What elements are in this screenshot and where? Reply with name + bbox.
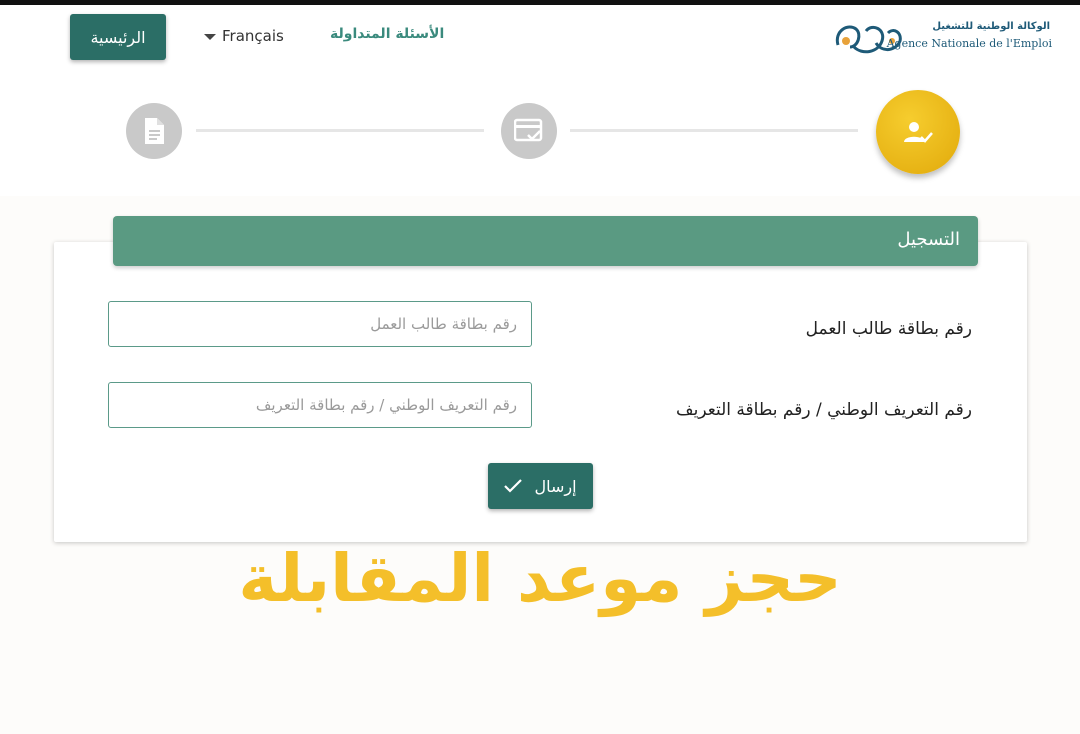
- submit-button[interactable]: إرسال: [488, 463, 593, 509]
- logo-arabic-name: الوكالة الوطنية للتشغيل: [932, 21, 1050, 32]
- step-2: [501, 103, 557, 159]
- step-3: [876, 90, 960, 174]
- language-dropdown[interactable]: Français: [204, 27, 284, 45]
- home-button-label: الرئيسية: [90, 27, 146, 47]
- navbar: الرئيسية Français الأسئلة المتداولة الوك…: [0, 5, 1080, 72]
- faq-link[interactable]: الأسئلة المتداولة: [330, 26, 444, 42]
- step-connector: [570, 129, 858, 132]
- home-button[interactable]: الرئيسية: [70, 14, 166, 60]
- stepper: [0, 72, 1080, 196]
- step-1: [126, 103, 182, 159]
- logo-french-name: Agence Nationale de l'Emploi: [886, 37, 1052, 50]
- national-id-label: رقم التعريف الوطني / رقم بطاقة التعريف: [676, 400, 972, 420]
- national-id-input[interactable]: [108, 382, 532, 428]
- language-label: Français: [222, 27, 284, 45]
- check-icon: [504, 479, 523, 493]
- job-seeker-card-label: رقم بطاقة طالب العمل: [805, 319, 972, 339]
- caret-down-icon: [204, 34, 216, 40]
- job-seeker-card-input[interactable]: [108, 301, 532, 347]
- step-connector: [196, 129, 484, 132]
- card-header: التسجيل: [113, 216, 978, 266]
- logo[interactable]: الوكالة الوطنية للتشغيل Agence Nationale…: [832, 17, 1054, 61]
- card-title: التسجيل: [897, 229, 960, 250]
- card-check-icon: [514, 118, 543, 142]
- document-icon: [145, 118, 164, 144]
- user-check-icon: [904, 122, 933, 143]
- overlay-title: حجز موعد المقابلة: [238, 540, 842, 617]
- submit-button-label: إرسال: [534, 476, 577, 496]
